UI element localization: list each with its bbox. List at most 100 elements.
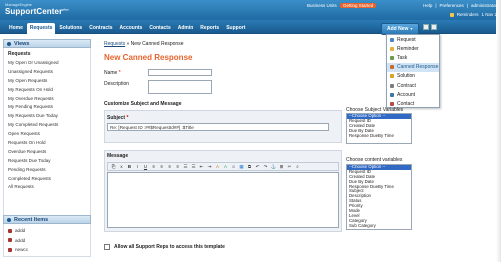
cut-icon[interactable]: x	[118, 164, 125, 170]
collapse-icon[interactable]	[7, 217, 11, 222]
preferences-link[interactable]: Preferences	[440, 3, 464, 8]
name-input[interactable]	[148, 69, 212, 76]
justify-icon[interactable]: ≡	[174, 164, 181, 170]
recent-item[interactable]: addd	[8, 226, 86, 236]
spell-check-icon[interactable]: ✂	[286, 164, 293, 170]
tab-reports[interactable]: Reports	[197, 23, 222, 34]
bold-button[interactable]: B	[126, 164, 133, 170]
sidebar-item[interactable]: My Open Or Unassigned	[8, 59, 86, 68]
tab-home[interactable]: Home	[6, 23, 26, 34]
sidebar-item[interactable]: Unassigned Requests	[8, 68, 86, 77]
insert-icon[interactable]: ⊞	[278, 164, 285, 170]
link-icon[interactable]: ⚓	[270, 164, 277, 170]
menu-item-reminder[interactable]: Reminder	[387, 44, 439, 53]
menu-item-canned-response[interactable]: Canned Response	[387, 62, 439, 72]
sidebar-item[interactable]: My Completed Requests	[8, 121, 86, 130]
views-header[interactable]: Views	[3, 39, 91, 48]
subject-vars-list[interactable]: --Choose Option -- Request ID Created Da…	[346, 113, 412, 144]
menu-item-request[interactable]: Request	[387, 35, 439, 44]
header-links: Help | Preferences | administrator	[423, 3, 497, 8]
paste-icon[interactable]: ⎘	[110, 164, 117, 170]
table-icon[interactable]: ▦	[238, 164, 245, 170]
sidebar-item[interactable]: My Open Requests	[8, 77, 86, 86]
content-vars-label: Choose content variables	[346, 157, 403, 163]
sidebar-item[interactable]: Requests Due Today	[8, 157, 86, 166]
reminders-link[interactable]: Reminders	[457, 12, 479, 17]
reminder-icon	[390, 46, 394, 51]
recent-item[interactable]: newcc	[8, 245, 86, 255]
sidebar-item[interactable]: My Pending Requests	[8, 103, 86, 112]
outdent-icon[interactable]: ⇤	[198, 164, 205, 170]
menu-item-contract[interactable]: Contract	[387, 81, 439, 90]
sidebar-item[interactable]: All Requests	[8, 183, 86, 192]
recent-items: Recent Items addd addd newcc	[3, 215, 91, 257]
description-input[interactable]	[148, 80, 212, 94]
chevron-down-icon[interactable]	[431, 24, 437, 30]
date-text: 1 Nov 2	[481, 12, 497, 17]
chevron-down-icon: ▼	[409, 27, 414, 31]
list-option[interactable]: Response DueBy Time	[347, 133, 411, 139]
breadcrumb: Requests » New Canned Response	[104, 41, 184, 47]
message-editor[interactable]	[107, 172, 339, 228]
request-icon	[8, 228, 12, 233]
collapse-icon[interactable]	[7, 41, 11, 46]
recent-items-panel: addd addd newcc	[3, 224, 91, 257]
tab-contracts[interactable]: Contracts	[86, 23, 115, 34]
menu-item-account[interactable]: Account	[387, 90, 439, 99]
getting-started-button[interactable]: Getting Started	[340, 3, 377, 8]
align-left-icon[interactable]: ≡	[150, 164, 157, 170]
sidebar-item[interactable]: Completed Requests	[8, 175, 86, 184]
menu-item-solution[interactable]: Solution	[387, 72, 439, 81]
sidebar-item[interactable]: My Requests On Hold	[8, 86, 86, 95]
recent-items-header[interactable]: Recent Items	[3, 215, 91, 224]
indent-icon[interactable]: ⇥	[206, 164, 213, 170]
tab-support[interactable]: Support	[223, 23, 248, 34]
emoticon-icon[interactable]: ☺	[230, 164, 237, 170]
recent-item[interactable]: addd	[8, 236, 86, 246]
message-label: Message	[107, 153, 129, 159]
italic-button[interactable]: I	[134, 164, 141, 170]
redo-icon[interactable]: ↷	[262, 164, 269, 170]
tab-admin[interactable]: Admin	[175, 23, 197, 34]
allow-all-label: Allow all Support Reps to access this te…	[114, 244, 225, 250]
description-label: Description	[104, 81, 130, 87]
brand-name: SupportCenterplus	[5, 7, 69, 16]
menu-item-task[interactable]: Task	[387, 53, 439, 62]
align-center-icon[interactable]: ≡	[158, 164, 165, 170]
underline-button[interactable]: U	[142, 164, 149, 170]
tab-contacts[interactable]: Contacts	[146, 23, 173, 34]
allow-all-checkbox[interactable]	[104, 244, 110, 250]
bullet-list-icon[interactable]: ☰	[182, 164, 189, 170]
app-logo[interactable]: ManageEngine SupportCenterplus	[5, 2, 69, 16]
sidebar-item[interactable]: Open Requests	[8, 130, 86, 139]
subject-input[interactable]: Re: [Request ID :##$RequestId##] :$Title	[107, 123, 329, 131]
tab-accounts[interactable]: Accounts	[117, 23, 146, 34]
undo-icon[interactable]: ↶	[254, 164, 261, 170]
content-vars-list[interactable]: --Choose Option -- Request ID Created Da…	[346, 164, 412, 230]
number-list-icon[interactable]: ☰	[190, 164, 197, 170]
breadcrumb-requests-link[interactable]: Requests	[104, 41, 125, 47]
sidebar-item[interactable]: Requests On Hold	[8, 139, 86, 148]
reminders-bar: Reminders 1 Nov 2	[449, 12, 497, 17]
tab-solutions[interactable]: Solutions	[56, 23, 85, 34]
contract-icon	[390, 83, 394, 88]
business-units-link[interactable]: Business Units	[307, 3, 337, 8]
list-option[interactable]: Sub Category	[347, 223, 411, 229]
help-link[interactable]: Help	[423, 3, 432, 8]
find-icon[interactable]: ⌕	[294, 164, 301, 170]
sidebar-item[interactable]: My Requests Due Today	[8, 112, 86, 121]
user-link[interactable]: administrator	[471, 3, 497, 8]
quick-create-icon[interactable]	[423, 24, 429, 30]
sidebar-item[interactable]: Overdue Requests	[8, 148, 86, 157]
request-icon	[8, 247, 12, 252]
align-right-icon[interactable]: ≡	[166, 164, 173, 170]
text-color-icon[interactable]: A	[214, 164, 221, 170]
request-icon	[8, 238, 12, 243]
tab-requests[interactable]: Requests	[26, 23, 56, 34]
task-icon	[390, 55, 394, 60]
image-icon[interactable]: ⧉	[246, 164, 253, 170]
sidebar-item[interactable]: Pending Requests	[8, 166, 86, 175]
background-color-icon[interactable]: A	[222, 164, 229, 170]
sidebar-item[interactable]: My Overdue Requests	[8, 95, 86, 104]
subject-label: Subject *	[107, 115, 129, 121]
